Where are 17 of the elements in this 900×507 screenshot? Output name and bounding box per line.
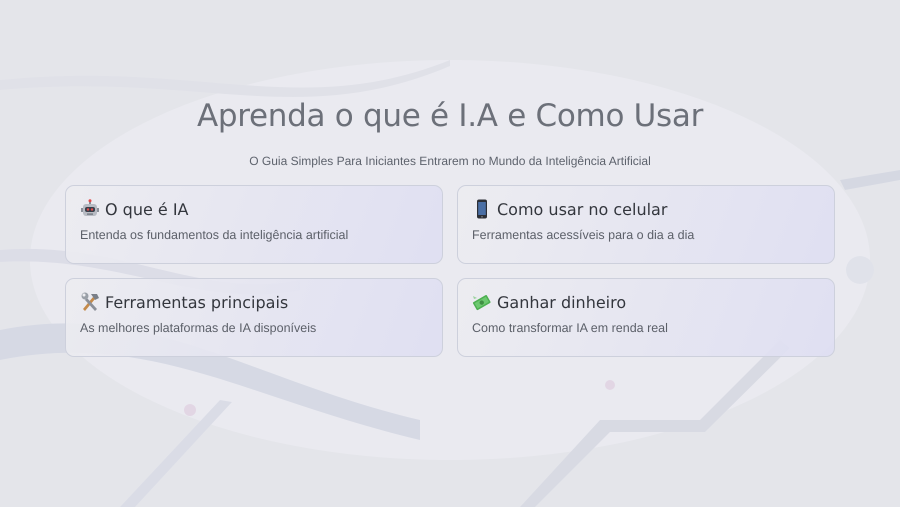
- topic-card[interactable]: Ferramentas principais As melhores plataformas de IA disponíveis: [65, 278, 443, 357]
- card-title: Como usar no celular: [497, 200, 668, 218]
- topic-card[interactable]: O que é IA Entenda os fundamentos da inteligência artificial: [65, 185, 443, 264]
- money-icon: [472, 292, 492, 312]
- card-description: Entenda os fundamentos da inteligência artificial: [80, 228, 348, 242]
- robot-icon: [80, 199, 100, 219]
- card-description: Ferramentas acessíveis para o dia a dia: [472, 228, 694, 242]
- card-title: Ferramentas principais: [105, 292, 288, 312]
- card-title: Ganhar dinheiro: [497, 292, 626, 312]
- page-title: Aprenda o que é I.A e Como Usar: [196, 98, 704, 134]
- card-description: As melhores plataformas de IA disponíveis: [80, 321, 316, 335]
- tools-icon: [80, 292, 100, 312]
- page-subtitle: O Guia Simples Para Iniciantes Entrarem no Mundo da Inteligência Artificial: [249, 154, 651, 168]
- topic-card[interactable]: Como usar no celular Ferramentas acessíveis para o dia a dia: [457, 185, 835, 264]
- card-description: Como transformar IA em renda real: [472, 321, 668, 335]
- card-title: O que é IA: [105, 200, 188, 218]
- topic-card[interactable]: Ganhar dinheiro Como transformar IA em renda real: [457, 278, 835, 357]
